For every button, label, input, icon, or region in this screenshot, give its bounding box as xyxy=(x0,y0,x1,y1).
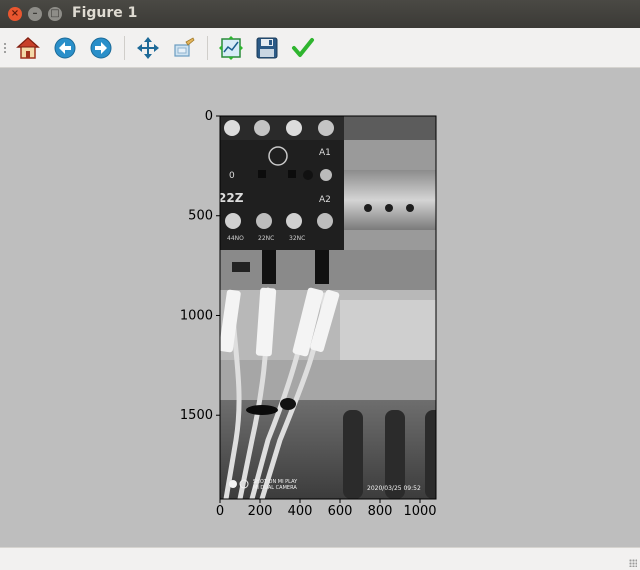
x-tick-label: 600 xyxy=(328,504,353,519)
subplots-button[interactable] xyxy=(217,34,245,62)
label-44no: 44NO xyxy=(227,235,244,242)
photo-image: A1 A2 0 22Z 44NO 22NC 32NC SHOT ON MI PL… xyxy=(218,116,436,499)
x-tick-label: 800 xyxy=(368,504,393,519)
y-tick-label: 1000 xyxy=(180,308,213,323)
x-tick-label: 400 xyxy=(288,504,313,519)
navigation-toolbar xyxy=(0,28,640,68)
move-icon xyxy=(137,37,159,59)
checkmark-icon xyxy=(292,38,314,57)
close-window-button[interactable]: × xyxy=(8,7,22,21)
maximize-window-button[interactable]: □ xyxy=(48,7,62,21)
y-tick-label: 0 xyxy=(205,109,213,124)
y-tick-label: 1500 xyxy=(180,408,213,423)
home-icon xyxy=(16,36,40,59)
plot-axes: A1 A2 0 22Z 44NO 22NC 32NC SHOT ON MI PL… xyxy=(180,109,437,519)
zoom-rect-icon xyxy=(174,37,195,57)
back-button[interactable] xyxy=(51,34,79,62)
x-tick-label: 1000 xyxy=(403,504,436,519)
save-button[interactable] xyxy=(253,34,281,62)
y-tick-label: 500 xyxy=(188,209,213,224)
y-axis-ticks: 0 500 1000 1500 xyxy=(180,109,220,423)
figure-canvas[interactable]: A1 A2 0 22Z 44NO 22NC 32NC SHOT ON MI PL… xyxy=(0,69,640,547)
label-32nc: 32NC xyxy=(289,235,305,242)
title-bar: × – □ Figure 1 xyxy=(0,0,640,28)
forward-button[interactable] xyxy=(87,34,115,62)
floppy-icon xyxy=(256,37,278,59)
forward-arrow-icon xyxy=(90,37,112,59)
edit-button[interactable] xyxy=(289,34,317,62)
pan-button[interactable] xyxy=(134,34,162,62)
subplots-icon xyxy=(219,36,243,60)
toolbar-separator xyxy=(207,36,208,60)
figure-window: × – □ Figure 1 A1 A2 0 22Z 44NO 22NC 32N… xyxy=(0,0,640,570)
x-tick-label: 200 xyxy=(248,504,273,519)
photo-timestamp: 2020/03/25 09:52 xyxy=(367,485,421,492)
label-22z: 22Z xyxy=(218,191,244,205)
status-bar xyxy=(0,547,640,570)
label-a1: A1 xyxy=(319,148,331,158)
zoom-button[interactable] xyxy=(170,34,198,62)
label-a2: A2 xyxy=(319,195,331,205)
watermark-line-2: MI DUAL CAMERA xyxy=(253,485,297,491)
toolbar-separator xyxy=(124,36,125,60)
resize-grip[interactable] xyxy=(629,559,637,567)
home-button[interactable] xyxy=(14,34,42,62)
x-axis-ticks: 0 200 400 600 800 1000 xyxy=(216,499,437,519)
back-arrow-icon xyxy=(54,37,76,59)
minimize-window-button[interactable]: – xyxy=(28,7,42,21)
label-22nc: 22NC xyxy=(258,235,274,242)
window-title: Figure 1 xyxy=(72,5,138,21)
x-tick-label: 0 xyxy=(216,504,224,519)
toolbar-grip[interactable] xyxy=(3,42,7,54)
label-zero: 0 xyxy=(229,171,235,181)
